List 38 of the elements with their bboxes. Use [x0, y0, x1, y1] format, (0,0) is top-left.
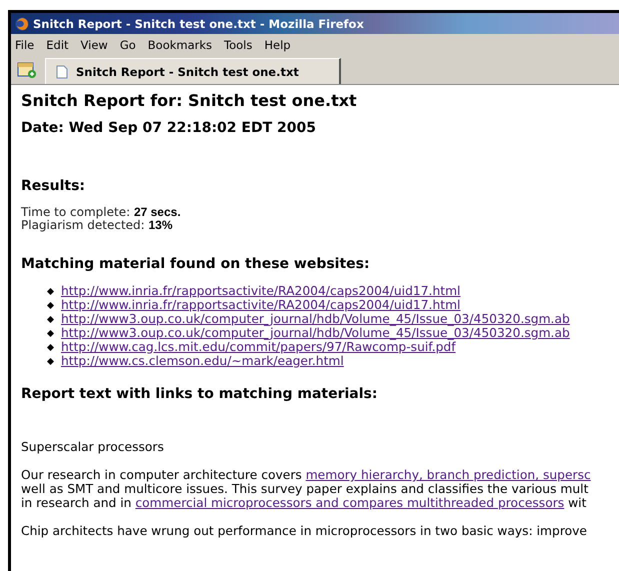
browser-tab[interactable]: Snitch Report - Snitch test one.txt [45, 58, 341, 84]
menu-item[interactable]: Bookmarks [148, 38, 212, 52]
section-heading: Matching material found on these websites: [21, 256, 371, 272]
text-link[interactable]: memory hierarchy, branch prediction, supersc [306, 468, 591, 482]
paragraph-text: Our research in computer architecture covers memory hierarchy, branch prediction, supersc well as SMT and multicore issues. This survey paper explains and classifies the various mult in research and in commercial microprocessors and compares multithreaded processors wit [21, 468, 592, 510]
menu-item[interactable]: Go [120, 38, 136, 52]
website-link[interactable]: http://www.cs.clemson.edu/~mark/eager.html [61, 354, 344, 368]
website-link[interactable]: http://www3.oup.co.uk/computer_journal/hdb/Volume_45/Issue_03/450320.sgm.ab [61, 326, 570, 340]
paragraph-text: Superscalar processors [21, 440, 165, 454]
bullet-icon [47, 316, 54, 322]
result-value: 13% [148, 218, 173, 232]
new-tab-icon[interactable] [17, 61, 37, 79]
menu-item[interactable]: View [80, 38, 108, 52]
section-heading: Results: [21, 178, 86, 194]
paragraph-text: Chip architects have wrung out performance in microprocessors in two basic ways: improve [21, 524, 588, 538]
menu-item[interactable]: Tools [224, 38, 252, 52]
menu-item[interactable]: Help [264, 38, 291, 52]
result-label: Plagiarism detected: [21, 218, 146, 232]
window-title: Snitch Report - Snitch test one.txt - Mozilla Firefox [33, 16, 364, 30]
bullet-icon [47, 302, 54, 308]
website-link[interactable]: http://www.inria.fr/rapportsactivite/RA2004/caps2004/uid17.html [61, 298, 460, 312]
website-link[interactable]: http://www3.oup.co.uk/computer_journal/hdb/Volume_45/Issue_03/450320.sgm.ab [61, 312, 570, 326]
result-value: 27 secs. [134, 205, 181, 219]
result-label: Time to complete: [21, 205, 132, 219]
page-heading: Snitch Report for: Snitch test one.txt [21, 91, 358, 110]
website-link[interactable]: http://www.inria.fr/rapportsactivite/RA2004/caps2004/uid17.html [61, 284, 460, 298]
menu-item[interactable]: Edit [46, 38, 69, 52]
text-link[interactable]: commercial microprocessors and compares multithreaded processors [135, 496, 564, 510]
bullet-icon [47, 344, 54, 350]
section-heading: Report text with links to matching materials: [21, 386, 378, 402]
report-date: Date: Wed Sep 07 22:18:02 EDT 2005 [21, 120, 317, 136]
bullet-icon [47, 358, 54, 364]
browser-logo-icon [15, 16, 29, 30]
bullet-icon [47, 330, 54, 336]
menu-item[interactable]: File [15, 38, 34, 52]
bullet-icon [47, 288, 54, 294]
document-icon [56, 64, 68, 78]
website-link[interactable]: http://www.cag.lcs.mit.edu/commit/papers/97/Rawcomp-suif.pdf [61, 340, 456, 354]
